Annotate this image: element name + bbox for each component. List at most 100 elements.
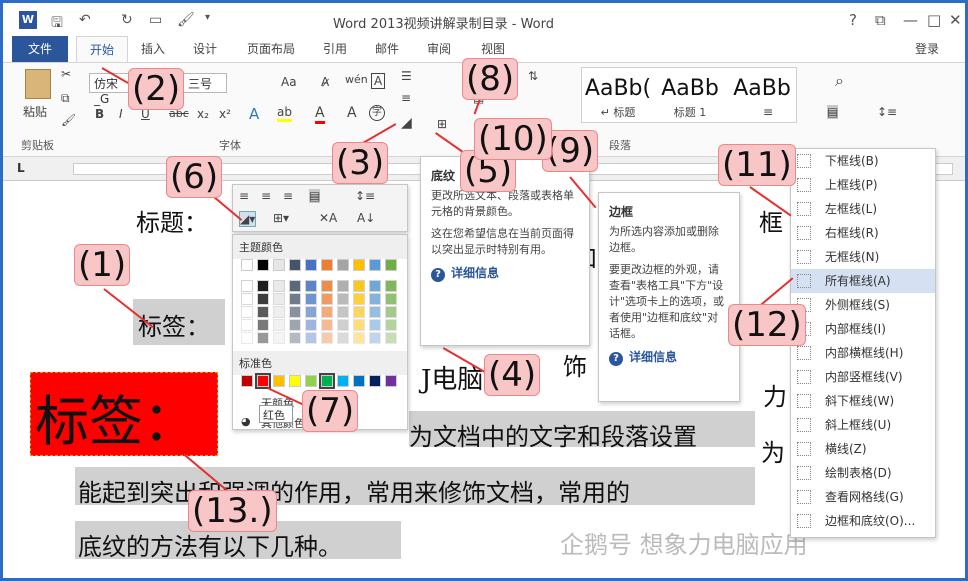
subscript-button[interactable]: x₂ (197, 107, 209, 121)
theme-color-swatch[interactable] (385, 306, 397, 318)
border-menu-item[interactable]: 上框线(P) (791, 173, 935, 197)
theme-color-swatch[interactable] (289, 319, 301, 331)
align-left-icon[interactable]: ≡ (401, 91, 411, 105)
theme-color-swatch[interactable] (305, 293, 317, 305)
border-menu-item[interactable]: 斜上框线(U) (791, 413, 935, 437)
theme-color-swatch[interactable] (305, 319, 317, 331)
border-menu-item[interactable]: 查看网格线(G) (791, 485, 935, 509)
theme-color-swatch[interactable] (337, 306, 349, 318)
cut-icon[interactable]: ✂ (61, 67, 71, 81)
change-case-button[interactable]: Aa (281, 75, 297, 89)
mini-justify-icon[interactable]: ▤ (309, 189, 321, 203)
style-heading2[interactable]: AaBb (728, 74, 796, 120)
clear-format-icon[interactable]: A̷ (321, 75, 329, 89)
border-menu-item[interactable]: 所有框线(A) (791, 269, 935, 293)
theme-color-swatch[interactable] (369, 293, 381, 305)
standard-color-swatch[interactable] (353, 375, 365, 387)
paste-icon[interactable] (25, 69, 51, 99)
border-menu-item[interactable]: 边框和底纹(O)... (791, 509, 935, 533)
standard-color-swatch[interactable] (305, 375, 317, 387)
border-menu-item[interactable]: 内部框线(I) (791, 317, 935, 341)
tab-review[interactable]: 审阅 (427, 40, 451, 57)
mini-align-left-icon[interactable]: ≡ (239, 189, 249, 203)
theme-color-swatch[interactable] (257, 259, 269, 271)
border-menu-item[interactable]: 下框线(B) (791, 149, 935, 173)
theme-color-swatch[interactable] (353, 259, 365, 271)
font-size-combo[interactable]: 三号 (183, 73, 227, 93)
mini-line-spacing-icon[interactable]: ↕≡ (355, 189, 375, 203)
standard-color-swatch[interactable] (273, 375, 285, 387)
theme-color-swatch[interactable] (385, 259, 397, 271)
theme-color-swatch[interactable] (305, 280, 317, 292)
border-menu-item[interactable]: 左框线(L) (791, 197, 935, 221)
border-menu-item[interactable]: 横线(Z) (791, 437, 935, 461)
theme-color-swatch[interactable] (369, 259, 381, 271)
format-brush-icon[interactable]: 🖌 (61, 113, 76, 127)
enclose-char-icon[interactable]: 字 (369, 105, 385, 121)
superscript-button[interactable]: x² (219, 107, 231, 121)
theme-color-swatch[interactable] (353, 319, 365, 331)
char-border-button[interactable]: A (371, 73, 386, 89)
standard-color-swatch[interactable] (319, 373, 335, 389)
paste-button[interactable]: 粘贴 (23, 103, 47, 120)
theme-color-swatch[interactable] (321, 319, 333, 331)
theme-color-swatch[interactable] (385, 280, 397, 292)
theme-color-swatch[interactable] (369, 332, 381, 344)
style-heading1[interactable]: AaBb 标题 1 (656, 74, 724, 120)
standard-color-swatch[interactable] (385, 375, 397, 387)
close-button[interactable]: ✕ (949, 11, 962, 29)
theme-color-swatch[interactable] (273, 280, 285, 292)
theme-color-swatch[interactable] (337, 280, 349, 292)
theme-color-swatch[interactable] (321, 332, 333, 344)
new-doc-icon[interactable]: ▭ (149, 12, 162, 28)
tab-layout[interactable]: 页面布局 (247, 40, 295, 57)
tab-design[interactable]: 设计 (193, 40, 217, 57)
ribbon-display-button[interactable]: ⧉ (875, 11, 886, 29)
mini-align-right-icon[interactable]: ≡ (283, 189, 293, 203)
mini-asian-layout-icon[interactable]: ✕A (319, 211, 337, 225)
char-shading-icon[interactable]: A (347, 105, 357, 121)
border-menu-item[interactable]: 无框线(N) (791, 245, 935, 269)
tab-stop-selector[interactable]: L (17, 161, 25, 175)
shading-more-info-link[interactable]: ? 详细信息 (431, 264, 579, 282)
phonetic-guide-button[interactable]: wén (345, 73, 368, 86)
style-title[interactable]: AaBb( ↵ 标题 (584, 74, 652, 120)
theme-color-swatch[interactable] (257, 293, 269, 305)
copy-icon[interactable]: ⧉ (61, 91, 70, 106)
login-link[interactable]: 登录 (915, 40, 939, 57)
border-more-info-link[interactable]: ? 详细信息 (609, 348, 729, 366)
theme-color-swatch[interactable] (241, 332, 253, 344)
border-menu-item[interactable]: 斜下框线(W) (791, 389, 935, 413)
standard-color-swatch[interactable] (241, 375, 253, 387)
theme-color-swatch[interactable] (289, 332, 301, 344)
tab-references[interactable]: 引用 (323, 40, 347, 57)
theme-color-swatch[interactable] (305, 306, 317, 318)
theme-color-swatch[interactable] (289, 280, 301, 292)
mini-sort-icon[interactable]: A↓ (357, 211, 375, 225)
theme-color-swatch[interactable] (353, 280, 365, 292)
theme-color-swatch[interactable] (385, 332, 397, 344)
tab-view[interactable]: 视图 (481, 40, 505, 57)
theme-color-swatch[interactable] (353, 332, 365, 344)
tab-file[interactable]: 文件 (12, 36, 68, 62)
tab-insert[interactable]: 插入 (141, 40, 165, 57)
border-icon[interactable]: ⊞ (437, 117, 447, 131)
theme-color-swatch[interactable] (305, 332, 317, 344)
line-spacing-icon[interactable]: ↕≡ (877, 105, 897, 119)
standard-color-swatch[interactable] (255, 373, 271, 389)
theme-color-swatch[interactable] (369, 306, 381, 318)
mini-border-button[interactable]: ⊞▾ (273, 211, 289, 225)
theme-color-swatch[interactable] (257, 280, 269, 292)
theme-color-swatch[interactable] (241, 319, 253, 331)
border-menu-item[interactable]: 外侧框线(S) (791, 293, 935, 317)
tab-home[interactable]: 开始 (76, 36, 128, 63)
border-menu-item[interactable]: 右框线(R) (791, 221, 935, 245)
save-icon[interactable]: 🖫 (51, 12, 63, 36)
theme-color-swatch[interactable] (321, 306, 333, 318)
find-icon[interactable]: ⌕ (835, 71, 844, 91)
theme-color-swatch[interactable] (257, 332, 269, 344)
customize-icon[interactable]: ▾ (205, 12, 210, 23)
justify-selected-icon[interactable]: ▤ (827, 105, 839, 119)
theme-color-swatch[interactable] (289, 293, 301, 305)
theme-color-swatch[interactable] (257, 306, 269, 318)
